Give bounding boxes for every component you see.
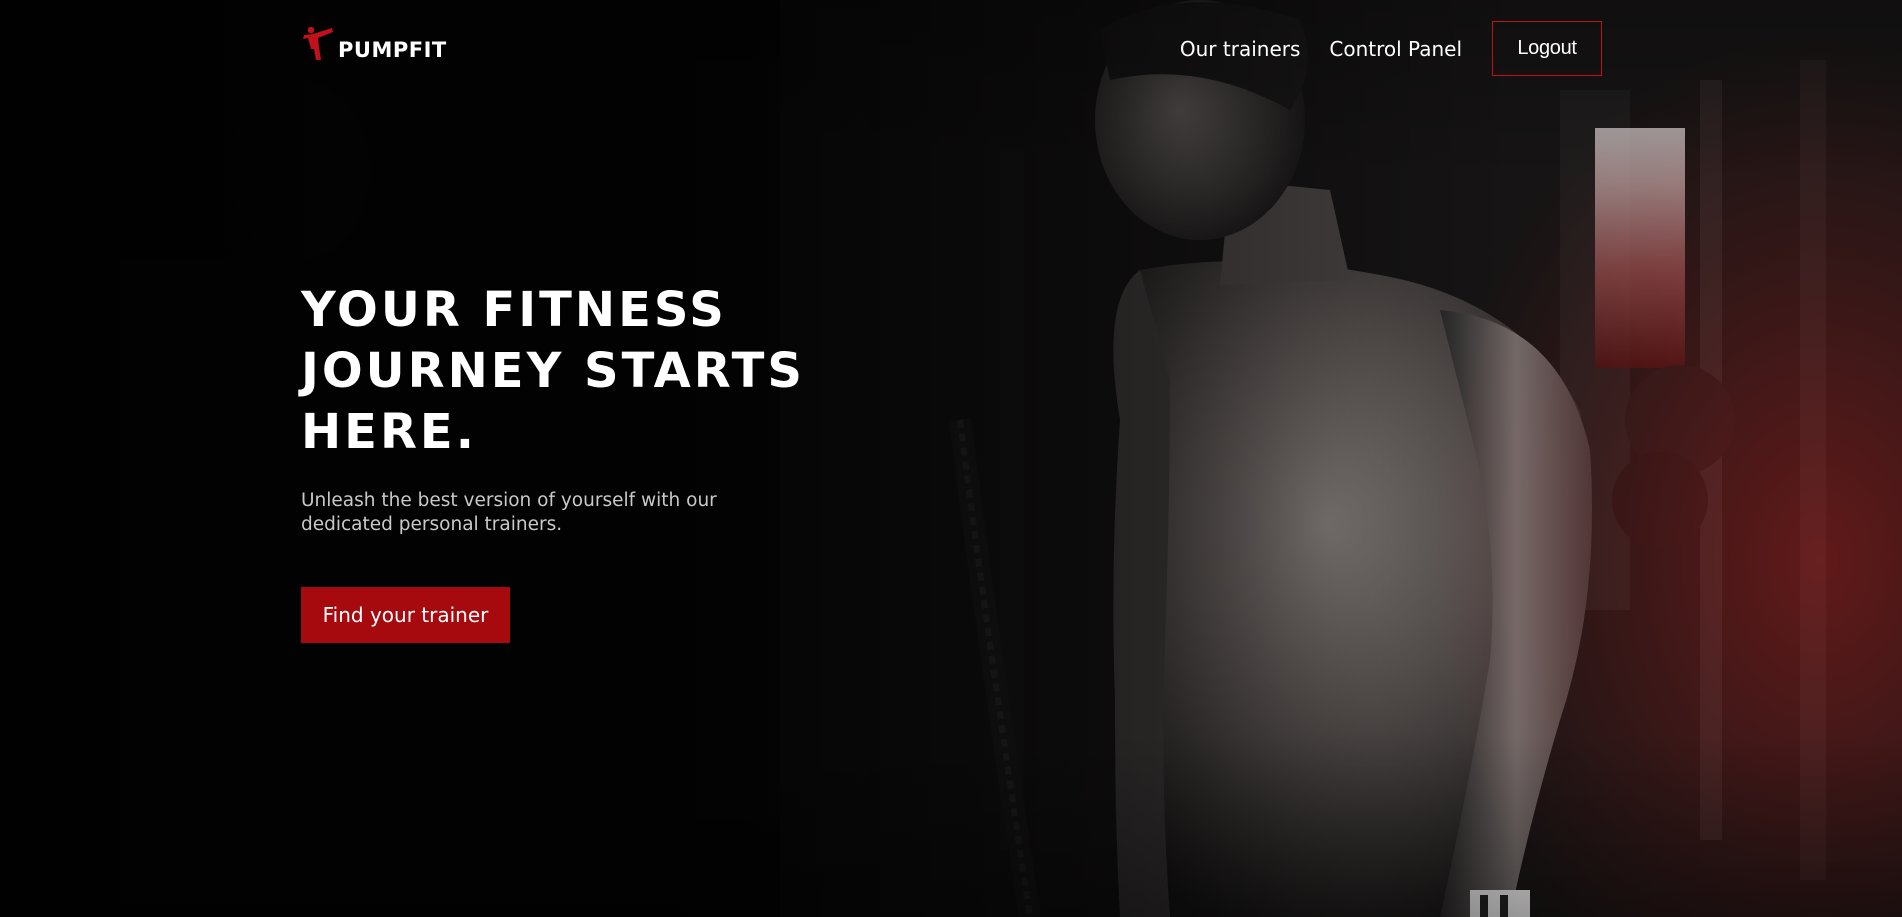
hero-content: YOUR FITNESS JOURNEY STARTS HERE. Unleas… (301, 280, 901, 643)
navbar: PUMPFIT Our trainers Control Panel Logou… (0, 0, 1902, 97)
nav-link-our-trainers[interactable]: Our trainers (1180, 37, 1301, 61)
hero-title: YOUR FITNESS JOURNEY STARTS HERE. (301, 280, 901, 463)
nav-links: Our trainers Control Panel Logout (1151, 20, 1602, 77)
hero-title-line: JOURNEY STARTS (301, 343, 805, 399)
logout-button[interactable]: Logout (1492, 21, 1602, 76)
find-trainer-button[interactable]: Find your trainer (301, 587, 510, 643)
brand-name: PUMPFIT (338, 38, 447, 62)
nav-link-control-panel[interactable]: Control Panel (1329, 37, 1462, 61)
figure-kick-icon (303, 26, 333, 60)
hero-subtitle: Unleash the best version of yourself wit… (301, 489, 771, 537)
hero-subtitle-line: dedicated personal trainers. (301, 514, 563, 535)
hero-vignette (0, 0, 1902, 917)
hero-title-line: YOUR FITNESS (301, 282, 727, 338)
hero-title-line: HERE. (301, 404, 477, 460)
hero-section: PUMPFIT Our trainers Control Panel Logou… (0, 0, 1902, 917)
hero-subtitle-line: Unleash the best version of yourself wit… (301, 490, 717, 511)
brand-logo[interactable]: PUMPFIT (302, 25, 447, 61)
